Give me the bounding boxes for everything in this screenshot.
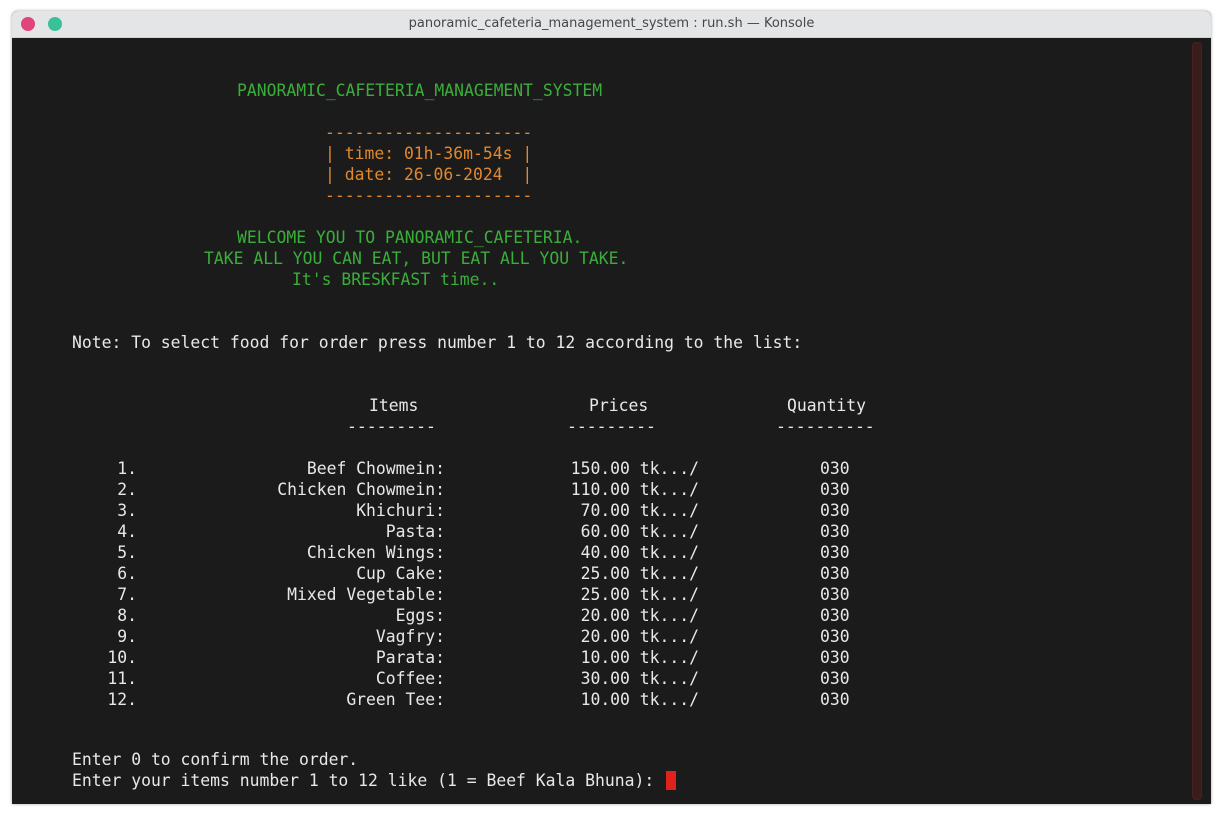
title-bar[interactable]: panoramic_cafeteria_management_system : … — [12, 11, 1211, 38]
menu-row-price: 60.00 tk.../ — [580, 522, 699, 541]
menu-row-number: 9. — [117, 627, 137, 646]
column-header-items: Items — [369, 396, 419, 415]
menu-row: 8. Eggs: 20.00 tk.../ 030 — [12, 605, 1211, 626]
menu-row-number: 12. — [107, 690, 137, 709]
menu-row-number: 2. — [117, 480, 137, 499]
konsole-window: panoramic_cafeteria_management_system : … — [12, 11, 1211, 804]
menu-row-price: 70.00 tk.../ — [580, 501, 699, 520]
quantity-header-underline: ---------- — [776, 417, 875, 436]
menu-row-quantity: 030 — [820, 501, 850, 520]
column-header-prices: Prices — [589, 396, 649, 415]
menu-row-number: 10. — [107, 648, 137, 667]
date-readout: | date: 26-06-2024 | — [325, 165, 533, 184]
menu-row-quantity: 030 — [820, 669, 850, 688]
menu-row-number: 6. — [117, 564, 137, 583]
menu-row-number: 11. — [107, 669, 137, 688]
menu-row: 9. Vagfry: 20.00 tk.../ 030 — [12, 626, 1211, 647]
welcome-message: WELCOME YOU TO PANORAMIC_CAFETERIA. — [237, 228, 583, 247]
terminal-area[interactable]: PANORAMIC_CAFETERIA_MANAGEMENT_SYSTEM --… — [12, 38, 1211, 804]
menu-row-item: Mixed Vegetable: — [287, 585, 445, 604]
menu-row-price: 10.00 tk.../ — [580, 648, 699, 667]
menu-row-price: 25.00 tk.../ — [580, 585, 699, 604]
menu-row-item: Cup Cake: — [356, 564, 445, 583]
scrollbar[interactable] — [1192, 42, 1202, 800]
menu-row-number: 5. — [117, 543, 137, 562]
menu-row-quantity: 030 — [820, 480, 850, 499]
menu-row: 3. Khichuri: 70.00 tk.../ 030 — [12, 500, 1211, 521]
menu-row-item: Chicken Wings: — [306, 543, 445, 562]
menu-row: 4. Pasta: 60.00 tk.../ 030 — [12, 521, 1211, 542]
menu-row-item: Khichuri: — [356, 501, 445, 520]
time-readout: | time: 01h-36m-54s | — [325, 144, 533, 163]
text-cursor[interactable] — [666, 771, 677, 790]
menu-row-quantity: 030 — [820, 627, 850, 646]
menu-row-price: 40.00 tk.../ — [580, 543, 699, 562]
menu-row-quantity: 030 — [820, 690, 850, 709]
menu-row-quantity: 030 — [820, 459, 850, 478]
menu-row-price: 150.00 tk.../ — [570, 459, 699, 478]
menu-row: 12. Green Tee: 10.00 tk.../ 030 — [12, 689, 1211, 710]
order-prompt: Enter your items number 1 to 12 like (1 … — [72, 771, 665, 790]
meal-time-message: It's BRESKFAST time.. — [292, 270, 500, 289]
confirm-hint: Enter 0 to confirm the order. — [72, 750, 359, 769]
time-box-top-border: --------------------- — [325, 123, 533, 142]
menu-row: 11. Coffee: 30.00 tk.../ 030 — [12, 668, 1211, 689]
window-title: panoramic_cafeteria_management_system : … — [408, 16, 815, 31]
items-header-underline: --------- — [347, 417, 436, 436]
menu-row: 6. Cup Cake: 25.00 tk.../ 030 — [12, 563, 1211, 584]
menu-row-quantity: 030 — [820, 606, 850, 625]
column-header-quantity: Quantity — [787, 396, 866, 415]
menu-row-number: 3. — [117, 501, 137, 520]
order-prompt-line[interactable]: Enter your items number 1 to 12 like (1 … — [72, 770, 677, 791]
menu-row-item: Beef Chowmein: — [306, 459, 445, 478]
menu-row-quantity: 030 — [820, 585, 850, 604]
menu-row: 10. Parata: 10.00 tk.../ 030 — [12, 647, 1211, 668]
menu-row-item: Parata: — [375, 648, 445, 667]
menu-row: 5. Chicken Wings: 40.00 tk.../ 030 — [12, 542, 1211, 563]
menu-row-quantity: 030 — [820, 543, 850, 562]
menu-row-number: 4. — [117, 522, 137, 541]
menu-row: 7. Mixed Vegetable: 25.00 tk.../ 030 — [12, 584, 1211, 605]
menu-row-item: Eggs: — [395, 606, 445, 625]
menu-row-item: Green Tee: — [346, 690, 445, 709]
menu-row-quantity: 030 — [820, 564, 850, 583]
menu-row-price: 20.00 tk.../ — [580, 606, 699, 625]
menu-row: 2. Chicken Chowmein: 110.00 tk.../ 030 — [12, 479, 1211, 500]
menu-row-quantity: 030 — [820, 522, 850, 541]
menu-row-price: 110.00 tk.../ — [570, 480, 699, 499]
system-title: PANORAMIC_CAFETERIA_MANAGEMENT_SYSTEM — [237, 81, 603, 100]
menu-row-number: 1. — [117, 459, 137, 478]
menu-row-price: 10.00 tk.../ — [580, 690, 699, 709]
instruction-note: Note: To select food for order press num… — [72, 333, 803, 352]
motto-message: TAKE ALL YOU CAN EAT, BUT EAT ALL YOU TA… — [204, 249, 629, 268]
time-box-bottom-border: --------------------- — [325, 186, 533, 205]
menu-row-quantity: 030 — [820, 648, 850, 667]
menu-row-item: Chicken Chowmein: — [277, 480, 445, 499]
menu-row: 1. Beef Chowmein: 150.00 tk.../ 030 — [12, 458, 1211, 479]
menu-row-item: Pasta: — [385, 522, 445, 541]
prices-header-underline: --------- — [567, 417, 656, 436]
menu-row-price: 30.00 tk.../ — [580, 669, 699, 688]
menu-row-item: Coffee: — [375, 669, 445, 688]
menu-row-item: Vagfry: — [375, 627, 445, 646]
menu-row-price: 25.00 tk.../ — [580, 564, 699, 583]
menu-row-number: 8. — [117, 606, 137, 625]
menu-row-price: 20.00 tk.../ — [580, 627, 699, 646]
menu-row-number: 7. — [117, 585, 137, 604]
